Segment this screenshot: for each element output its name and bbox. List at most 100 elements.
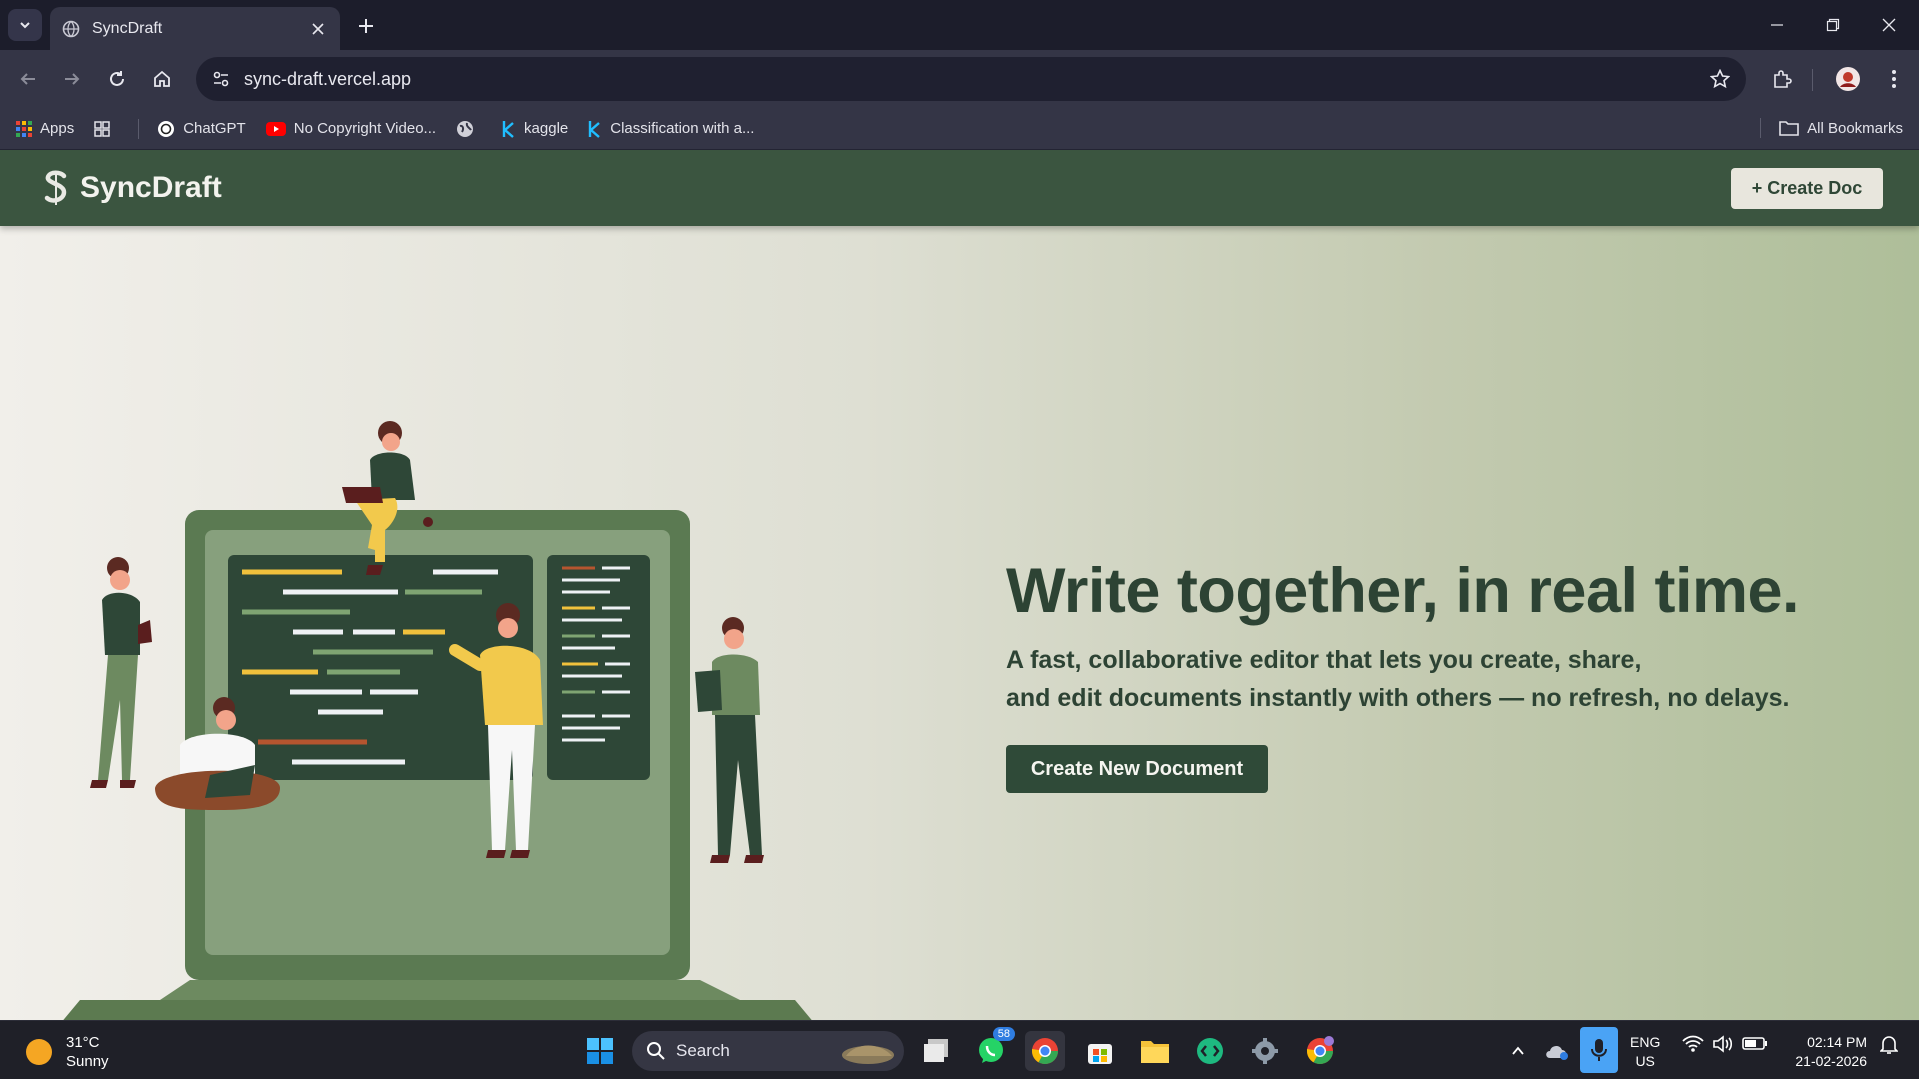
grid-icon [94, 120, 110, 137]
extensions-button[interactable] [1766, 63, 1798, 95]
bookmarks-bar: Apps ChatGPT No Copyright Video... kaggl… [0, 108, 1919, 150]
laptop-base [63, 1000, 812, 1020]
speaker-icon [1713, 1035, 1733, 1053]
clock-date: 21-02-2026 [1795, 1053, 1867, 1069]
forward-button[interactable] [56, 63, 88, 95]
notifications-button[interactable] [1879, 1035, 1899, 1059]
bookmark-divider [138, 118, 140, 139]
chevron-up-icon [1512, 1046, 1524, 1055]
taskbar: 31°C Sunny Search 58 ENG US 02:14 PM 21-… [0, 1020, 1919, 1079]
address-bar[interactable]: sync-draft.vercel.app [196, 57, 1746, 101]
bookmark-label: Apps [40, 120, 75, 137]
hero-section: Write together, in real time. A fast, co… [1006, 555, 1800, 793]
home-button[interactable] [146, 63, 178, 95]
tab-strip: SyncDraft [0, 0, 1919, 50]
restore-button[interactable] [1805, 0, 1861, 50]
search-highlight-icon [842, 1045, 894, 1064]
brand-logo[interactable]: SyncDraft [42, 170, 222, 206]
bookmark-kaggle-classification[interactable]: Classification with a... [588, 120, 754, 138]
browser-menu-button[interactable] [1878, 63, 1910, 95]
sun-icon [26, 1039, 52, 1065]
browser-toolbar: sync-draft.vercel.app [0, 50, 1919, 108]
reload-icon [110, 71, 124, 86]
tab-title: SyncDraft [92, 19, 163, 37]
tab-groups-button[interactable] [94, 120, 118, 137]
side-panel [547, 555, 650, 780]
bookmark-label: ChatGPT [183, 120, 246, 137]
bell-icon [1879, 1036, 1899, 1054]
bookmark-label: Classification with a... [610, 120, 755, 137]
url-text[interactable]: sync-draft.vercel.app [244, 69, 411, 90]
task-view-button[interactable] [916, 1031, 956, 1071]
onedrive-button[interactable] [1537, 1031, 1577, 1071]
task-view-icon [924, 1039, 948, 1062]
chrome-profile-taskbar-button[interactable] [1300, 1031, 1340, 1071]
language-indicator[interactable]: ENG US [1630, 1033, 1660, 1071]
settings-taskbar-button[interactable] [1245, 1031, 1285, 1071]
close-window-button[interactable] [1861, 0, 1917, 50]
create-doc-button[interactable]: + Create Doc [1731, 168, 1883, 209]
microphone-icon [1591, 1039, 1607, 1061]
bookmark-divider [1760, 118, 1762, 138]
tab-close-button[interactable] [308, 19, 328, 39]
create-new-document-button[interactable]: Create New Document [1006, 745, 1268, 793]
minimize-button[interactable] [1749, 0, 1805, 50]
folder-icon [1779, 121, 1799, 136]
chrome-icon [1031, 1038, 1059, 1065]
microphone-button[interactable] [1580, 1027, 1618, 1073]
collaboration-illustration [63, 421, 812, 1020]
microsoft-store-button[interactable] [1080, 1031, 1120, 1071]
temperature: 31°C [66, 1034, 100, 1051]
back-button[interactable] [12, 63, 44, 95]
taskbar-search[interactable]: Search [632, 1031, 904, 1071]
globe-icon [457, 120, 474, 137]
globe-icon [62, 20, 80, 37]
chrome-icon [1306, 1036, 1334, 1065]
all-bookmarks-label: All Bookmarks [1807, 119, 1903, 137]
browser-tab[interactable]: SyncDraft [50, 7, 340, 50]
arrow-right-icon [65, 73, 80, 85]
kaggle-icon [502, 120, 514, 138]
whatsapp-taskbar-button[interactable]: 58 [971, 1027, 1015, 1071]
bookmark-label: kaggle [524, 120, 569, 137]
webcam [423, 517, 433, 527]
new-tab-button[interactable] [352, 12, 380, 40]
bookmark-youtube[interactable]: No Copyright Video... [265, 120, 437, 137]
weather-widget[interactable]: 31°C Sunny [26, 1033, 109, 1071]
bookmark-kaggle[interactable]: kaggle [502, 120, 568, 138]
battery-status[interactable] [1742, 1035, 1768, 1055]
arrow-left-icon [20, 73, 35, 85]
clock-time: 02:14 PM [1807, 1034, 1867, 1050]
volume-status[interactable] [1712, 1035, 1734, 1057]
all-bookmarks-button[interactable]: All Bookmarks [1760, 118, 1903, 138]
show-hidden-icons-button[interactable] [1498, 1031, 1538, 1071]
wifi-status[interactable] [1682, 1035, 1704, 1057]
bookmark-apps[interactable]: Apps [16, 120, 74, 137]
remote-app-button[interactable] [1190, 1031, 1230, 1071]
file-explorer-button[interactable] [1135, 1031, 1175, 1071]
tab-search-button[interactable] [8, 9, 42, 41]
store-icon [1088, 1044, 1112, 1064]
bookmark-label: No Copyright Video... [293, 120, 437, 137]
page-viewport: SyncDraft + Create Doc Write together, i… [0, 150, 1919, 1020]
reload-button[interactable] [101, 63, 133, 95]
more-vertical-icon [1892, 70, 1896, 88]
hero-subtitle-line-2: and edit documents instantly with others… [1006, 684, 1790, 712]
lang-line1: ENG [1630, 1034, 1661, 1050]
lang-line2: US [1635, 1053, 1655, 1069]
chrome-taskbar-button-active[interactable] [1025, 1031, 1065, 1071]
cloud-icon [1546, 1045, 1568, 1060]
system-clock[interactable]: 02:14 PM 21-02-2026 [1795, 1033, 1867, 1071]
search-icon [647, 1042, 665, 1060]
bookmark-chatgpt[interactable]: ChatGPT [157, 120, 246, 138]
star-icon[interactable] [1710, 69, 1730, 89]
profile-avatar[interactable] [1832, 63, 1864, 95]
minimize-icon [1771, 24, 1783, 26]
site-settings-icon[interactable] [212, 70, 230, 88]
apps-grid-icon [16, 120, 32, 137]
hero-headline: Write together, in real time. [1006, 556, 1800, 626]
taskbar-search-label: Search [676, 1041, 730, 1060]
hero-subtitle-line-1: A fast, collaborative editor that lets y… [1006, 646, 1642, 674]
start-button[interactable] [580, 1031, 620, 1071]
bookmark-globe[interactable] [456, 120, 482, 138]
